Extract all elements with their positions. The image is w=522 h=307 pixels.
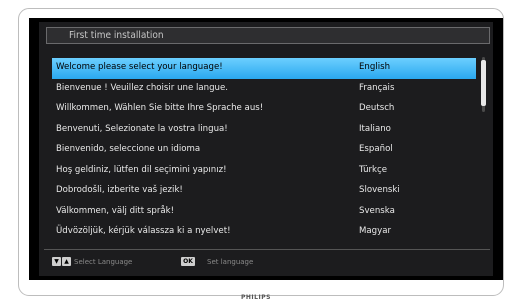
welcome-message: Benvenuti, Selezionate la vostra lingua! [56,123,228,134]
language-name: Italiano [359,123,391,134]
language-item-turkish[interactable]: Hoş geldiniz, lütfen dil seçimini yapını… [52,161,476,182]
language-name: Français [359,82,395,93]
ok-key-icon: OK [181,257,195,266]
welcome-message: Welcome please select your language! [56,62,223,72]
scrollbar-thumb[interactable] [481,60,486,106]
welcome-message: Bienvenue ! Veuillez choisir une langue. [56,82,228,93]
language-item-english[interactable]: Welcome please select your language! Eng… [52,58,476,79]
arrow-down-key-icon: ▼ [52,257,61,266]
set-language-hint: Set language [207,258,254,266]
arrow-up-key-icon: ▲ [62,257,71,266]
welcome-message: Willkommen, Wählen Sie bitte Ihre Sprach… [56,103,264,113]
footer-divider [44,249,490,250]
header-bar: First time installation [46,27,490,44]
language-name: Türkçe [359,164,388,175]
language-item-german[interactable]: Willkommen, Wählen Sie bitte Ihre Sprach… [52,99,476,120]
language-item-hungarian[interactable]: Üdvözöljük, kérjük válassza ki a nyelvet… [52,222,476,243]
language-name: Slovenski [359,185,400,195]
language-name: Magyar [359,226,392,236]
language-item-french[interactable]: Bienvenue ! Veuillez choisir une langue.… [52,79,476,100]
welcome-message: Hoş geldiniz, lütfen dil seçimini yapını… [56,164,227,175]
welcome-message: Dobrodošli, izberite vaš jezik! [56,185,183,195]
welcome-message: Bienvenido, seleccione un idioma [56,144,201,154]
language-name: Svenska [359,205,395,216]
language-item-swedish[interactable]: Välkommen, välj ditt språk! Svenska [52,202,476,223]
select-language-hint: Select Language [74,258,133,266]
footer-hints: ▼ ▲ Select Language OK Set language [44,254,490,272]
language-list: Welcome please select your language! Eng… [52,58,476,243]
language-name: Español [359,144,393,154]
language-item-slovenian[interactable]: Dobrodošli, izberite vaš jezik! Slovensk… [52,181,476,202]
language-name: English [359,62,391,72]
welcome-message: Üdvözöljük, kérjük válassza ki a nyelvet… [56,226,231,236]
brand-logo: PHILIPS [241,294,271,301]
language-item-spanish[interactable]: Bienvenido, seleccione un idioma Español [52,140,476,161]
page-title: First time installation [69,30,164,41]
language-item-italian[interactable]: Benvenuti, Selezionate la vostra lingua!… [52,120,476,141]
language-name: Deutsch [359,103,395,113]
welcome-message: Välkommen, välj ditt språk! [56,205,175,216]
